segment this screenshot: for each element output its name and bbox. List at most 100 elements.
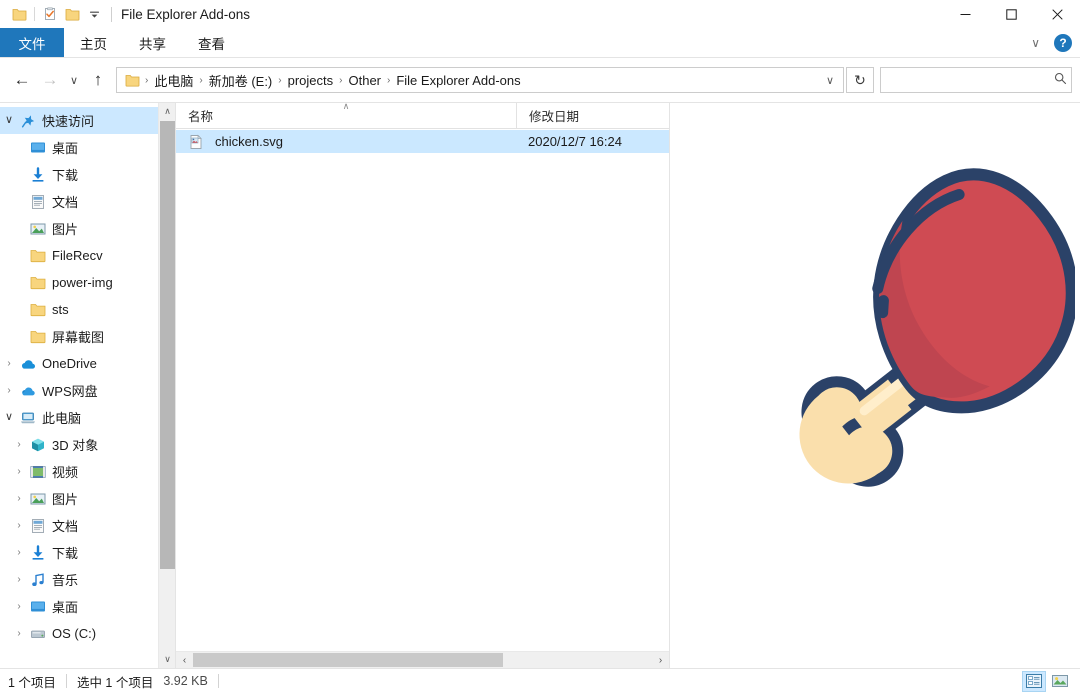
maximize-button[interactable] [988, 0, 1034, 28]
help-icon[interactable]: ? [1054, 33, 1072, 52]
column-header-modified[interactable]: 修改日期 [516, 103, 669, 128]
chevron-right-icon[interactable]: › [10, 601, 28, 612]
sidebar-item-11[interactable]: ∨ 此电脑 [0, 404, 175, 431]
minimize-button[interactable] [942, 0, 988, 28]
navigation-pane: ∨ 快速访问 桌面 下载 文档 图片 FileRecv power-img sts 屏幕截图 › On… [0, 103, 176, 668]
table-row[interactable]: chicken.svg 2020/12/7 16:24 [176, 130, 669, 153]
up-button[interactable]: ↑ [84, 66, 112, 94]
chevron-down-icon[interactable]: ∨ [0, 412, 18, 423]
file-list: chicken.svg 2020/12/7 16:24 [176, 129, 669, 651]
file-explorer-window: File Explorer Add-ons 文件 主页 共享 查看 ∨ ? ← … [0, 0, 1080, 693]
navigation-bar: ← → ∨ ↑ › 此电脑 › 新加卷 (E:) › projects › Ot… [0, 58, 1080, 102]
sidebar-item-7[interactable]: sts [0, 296, 175, 323]
sidebar-item-label: 下载 [52, 546, 79, 561]
tab-share[interactable]: 共享 [123, 28, 182, 57]
properties-icon[interactable] [39, 3, 61, 25]
sidebar-item-0[interactable]: ∨ 快速访问 [0, 107, 175, 134]
sidebar-item-3[interactable]: 文档 [0, 188, 175, 215]
breadcrumb-separator[interactable]: › [142, 75, 151, 86]
file-name-cell: chicken.svg [176, 134, 516, 150]
sidebar-item-label: 图片 [52, 222, 79, 237]
breadcrumb-item-0[interactable]: 此电脑 [151, 69, 196, 92]
sidebar-item-13[interactable]: › 视频 [0, 458, 175, 485]
close-button[interactable] [1034, 0, 1080, 28]
sidebar-item-15[interactable]: › 文档 [0, 512, 175, 539]
sidebar-item-8[interactable]: 屏幕截图 [0, 323, 175, 350]
chevron-right-icon[interactable]: › [10, 547, 28, 558]
recent-locations-icon[interactable]: ∨ [64, 66, 84, 94]
sidebar-item-10[interactable]: › WPS网盘 [0, 377, 175, 404]
breadcrumb-separator[interactable]: › [275, 75, 284, 86]
window-controls [942, 0, 1080, 28]
documents-icon [28, 194, 48, 210]
breadcrumb-separator[interactable]: › [384, 75, 393, 86]
chevron-down-icon[interactable]: ∨ [0, 115, 18, 126]
sidebar-item-17[interactable]: › 音乐 [0, 566, 175, 593]
pin-star-icon [18, 113, 38, 129]
search-box[interactable] [880, 67, 1072, 93]
chicken-drumstick-icon [675, 111, 1078, 516]
breadcrumb-separator[interactable]: › [336, 75, 345, 86]
sidebar-item-1[interactable]: 桌面 [0, 134, 175, 161]
tab-view[interactable]: 查看 [182, 28, 241, 57]
sidebar-item-label: 文档 [52, 519, 79, 534]
details-view-button[interactable] [1022, 670, 1046, 692]
column-header-name[interactable]: 名称 ∧ [176, 101, 516, 128]
sidebar-item-9[interactable]: › OneDrive [0, 350, 175, 377]
sidebar-item-label: FileRecv [52, 248, 103, 263]
sidebar-scroll-thumb[interactable] [160, 121, 175, 569]
sidebar-item-6[interactable]: power-img [0, 269, 175, 296]
hscroll-track[interactable] [193, 652, 652, 668]
hscroll-thumb[interactable] [193, 653, 503, 667]
chevron-right-icon[interactable]: › [10, 493, 28, 504]
ribbon-right-controls: ∨ ? [1025, 28, 1080, 57]
address-dropdown-icon[interactable]: ∨ [819, 68, 841, 92]
folder-icon [28, 329, 48, 345]
chevron-right-icon[interactable]: › [10, 628, 28, 639]
chevron-right-icon[interactable]: › [10, 466, 28, 477]
back-button[interactable]: ← [8, 66, 36, 94]
sidebar-item-label: 3D 对象 [52, 438, 99, 453]
large-icons-view-button[interactable] [1048, 671, 1072, 692]
search-icon[interactable] [1050, 72, 1067, 88]
breadcrumb-item-3[interactable]: Other [345, 71, 384, 90]
customize-dropdown-icon[interactable] [83, 3, 105, 25]
new-folder-icon[interactable] [61, 3, 83, 25]
chevron-right-icon[interactable]: › [10, 574, 28, 585]
breadcrumb-item-4[interactable]: File Explorer Add-ons [393, 71, 523, 90]
sidebar-item-19[interactable]: › OS (C:) [0, 620, 175, 647]
chevron-right-icon[interactable]: › [0, 385, 18, 396]
breadcrumb-separator[interactable]: › [196, 75, 205, 86]
chevron-right-icon[interactable]: › [0, 358, 18, 369]
scroll-right-icon[interactable]: › [652, 652, 669, 668]
sidebar-item-4[interactable]: 图片 [0, 215, 175, 242]
search-input[interactable] [888, 71, 1050, 89]
chevron-right-icon[interactable]: › [10, 439, 28, 450]
folder-icon [28, 275, 48, 291]
file-list-hscrollbar[interactable]: ‹ › [176, 651, 669, 668]
scroll-up-icon[interactable]: ∧ [159, 103, 175, 120]
scroll-left-icon[interactable]: ‹ [176, 652, 193, 668]
tab-home[interactable]: 主页 [64, 28, 123, 57]
window-title: File Explorer Add-ons [121, 6, 251, 22]
sidebar-item-18[interactable]: › 桌面 [0, 593, 175, 620]
status-item-count: 1 个项目 [8, 675, 56, 690]
refresh-button[interactable]: ↻ [846, 67, 874, 93]
chevron-right-icon[interactable]: › [10, 520, 28, 531]
sidebar-scrollbar[interactable]: ∧ ∨ [158, 103, 175, 668]
sidebar-item-16[interactable]: › 下载 [0, 539, 175, 566]
tab-file[interactable]: 文件 [0, 28, 64, 57]
breadcrumb-item-2[interactable]: projects [285, 71, 337, 90]
column-headers: 名称 ∧ 修改日期 [176, 101, 669, 129]
folder-icon[interactable] [8, 3, 30, 25]
address-bar[interactable]: › 此电脑 › 新加卷 (E:) › projects › Other › Fi… [116, 67, 844, 93]
sidebar-item-14[interactable]: › 图片 [0, 485, 175, 512]
sidebar-item-2[interactable]: 下载 [0, 161, 175, 188]
scroll-down-icon[interactable]: ∨ [159, 651, 175, 668]
chevron-down-icon[interactable]: ∨ [1025, 36, 1046, 50]
sidebar-item-label: 文档 [52, 195, 79, 210]
sidebar-item-12[interactable]: › 3D 对象 [0, 431, 175, 458]
status-separator [217, 674, 219, 688]
sidebar-item-5[interactable]: FileRecv [0, 242, 175, 269]
breadcrumb-item-1[interactable]: 新加卷 (E:) [206, 69, 276, 92]
